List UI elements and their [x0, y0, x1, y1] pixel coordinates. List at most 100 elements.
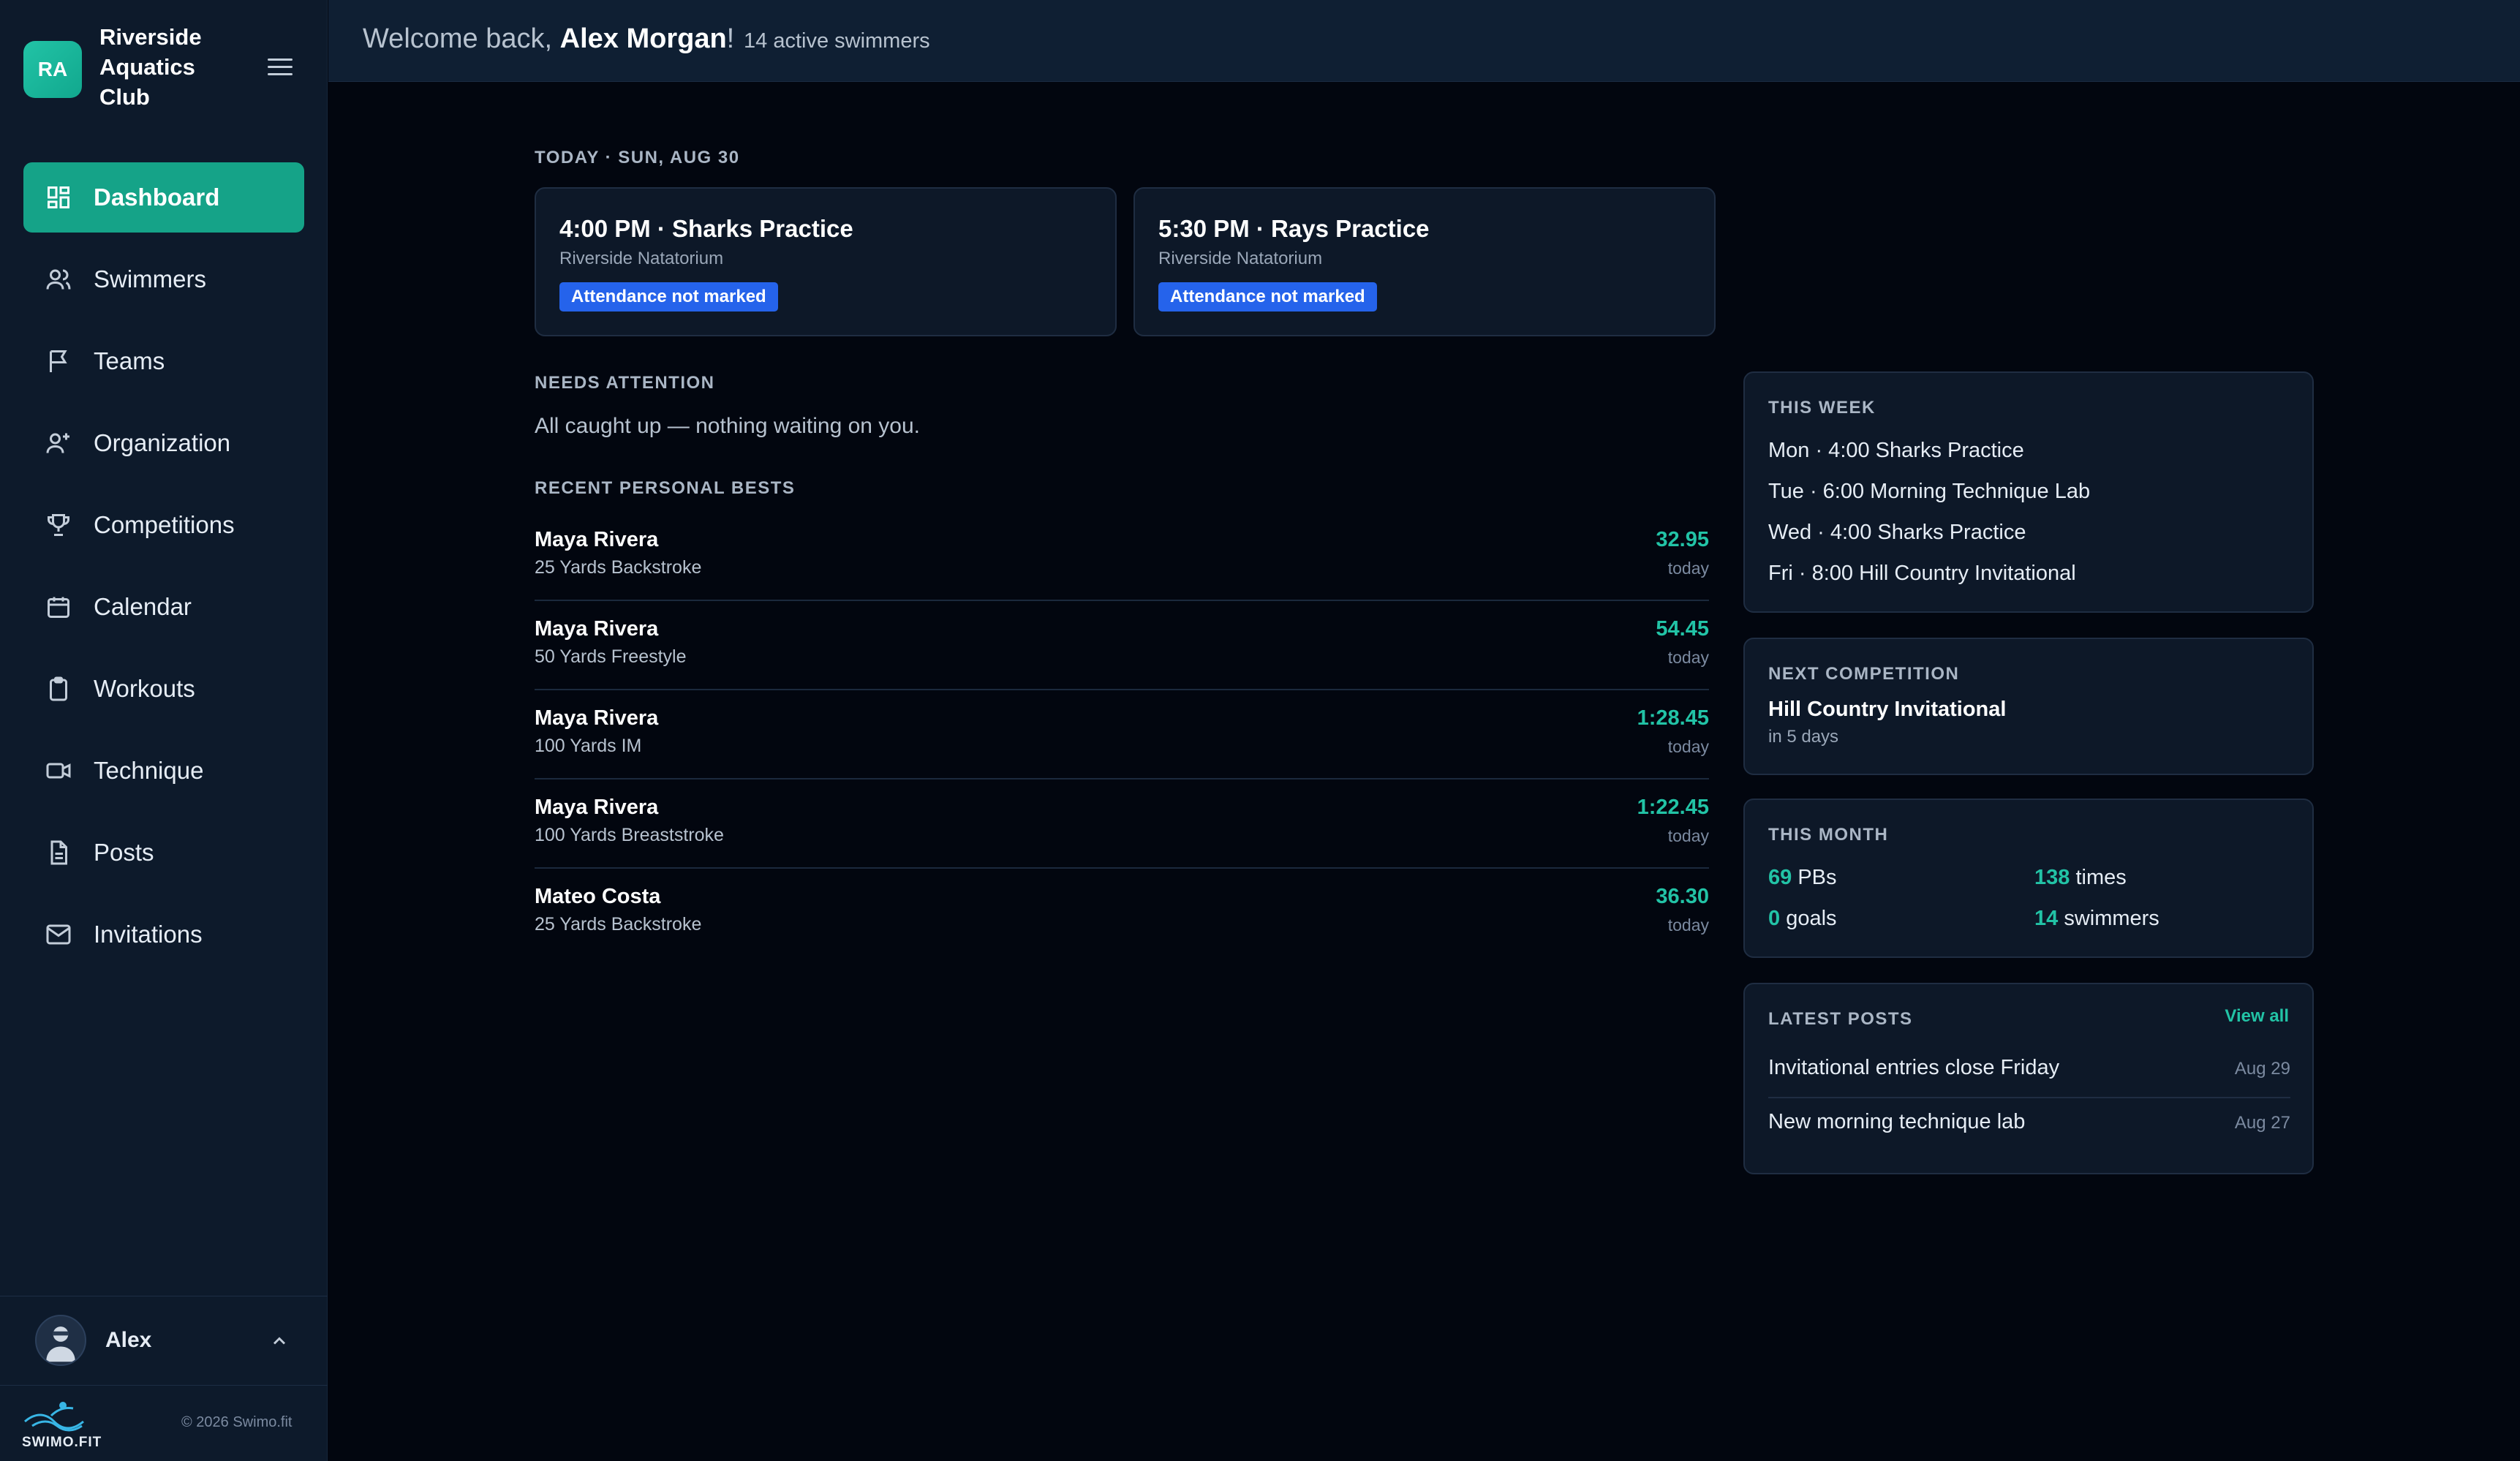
active-swimmers-count: 14 active swimmers — [744, 29, 930, 53]
swimmer-name: Maya Rivera — [535, 706, 659, 730]
sidebar-item-swimmers[interactable]: Swimmers — [23, 244, 304, 314]
this-month-label: THIS MONTH — [1768, 825, 1889, 845]
week-item[interactable]: Wed · 4:00 Sharks Practice — [1768, 521, 2026, 545]
stat-times: 138 times — [2034, 866, 2127, 890]
sidebar: RA Riverside Aquatics Club Dashboard Swi… — [0, 0, 328, 1461]
video-icon — [46, 763, 71, 779]
stat-value: 0 — [1768, 907, 1781, 930]
footer-logo-text: SWIMO.FIT — [22, 1435, 102, 1450]
sidebar-item-label: Workouts — [94, 675, 195, 702]
list-item[interactable]: Maya Rivera 25 Yards Backstroke 32.95 to… — [535, 512, 1709, 601]
stat-label: PBs — [1792, 866, 1837, 889]
week-item[interactable]: Mon · 4:00 Sharks Practice — [1768, 439, 2024, 463]
sidebar-item-technique[interactable]: Technique — [23, 736, 304, 806]
list-item[interactable]: Maya Rivera 100 Yards IM 1:28.45 today — [535, 690, 1709, 779]
menu-toggle-icon[interactable] — [265, 54, 297, 80]
stat-goals: 0 goals — [1768, 907, 1837, 931]
today-label: TODAY · SUN, AUG 30 — [535, 148, 740, 167]
sidebar-item-calendar[interactable]: Calendar — [23, 572, 304, 642]
sidebar-item-competitions[interactable]: Competitions — [23, 490, 304, 560]
welcome-prefix: Welcome back, — [363, 23, 560, 54]
attendance-badge[interactable]: Attendance not marked — [1158, 282, 1377, 312]
post-title: Invitational entries close Friday — [1768, 1056, 2060, 1079]
swimmer-logo-icon — [24, 1402, 84, 1432]
post-item[interactable]: New morning technique lab Aug 27 — [1768, 1098, 2290, 1149]
personal-bests-label: RECENT PERSONAL BESTS — [535, 478, 796, 498]
avatar-icon — [46, 1326, 75, 1362]
swimo-logo: SWIMO.FIT — [22, 1397, 110, 1452]
calendar-icon — [48, 597, 69, 618]
sidebar-item-label: Calendar — [94, 593, 192, 620]
event-name: 100 Yards IM — [535, 736, 642, 756]
sidebar-item-label: Posts — [94, 839, 154, 866]
sidebar-item-label: Technique — [94, 757, 204, 784]
sidebar-item-dashboard[interactable]: Dashboard — [23, 162, 304, 233]
sidebar-item-label: Swimmers — [94, 265, 206, 292]
user-plus-icon — [46, 433, 69, 453]
file-icon — [50, 840, 67, 865]
user-menu[interactable]: Alex — [35, 1315, 298, 1366]
trophy-icon — [48, 514, 69, 536]
list-item[interactable]: Maya Rivera 50 Yards Freestyle 54.45 tod… — [535, 601, 1709, 690]
practice-title: 5:30 PM · Rays Practice — [1158, 215, 1430, 242]
event-name: 100 Yards Breaststroke — [535, 825, 724, 845]
next-competition-card[interactable]: NEXT COMPETITION Hill Country Invitation… — [1743, 638, 2314, 775]
needs-attention-label: NEEDS ATTENTION — [535, 373, 715, 393]
user-full-name: Alex Morgan — [559, 23, 727, 54]
sidebar-item-teams[interactable]: Teams — [23, 326, 304, 396]
post-item[interactable]: Invitational entries close Friday Aug 29 — [1768, 1044, 2290, 1095]
sidebar-item-label: Organization — [94, 429, 231, 456]
pb-time: 1:28.45 — [1637, 706, 1709, 730]
list-item[interactable]: Mateo Costa 25 Yards Backstroke 36.30 to… — [535, 869, 1709, 958]
personal-bests-list: Maya Rivera 25 Yards Backstroke 32.95 to… — [535, 512, 1709, 958]
avatar — [35, 1315, 86, 1366]
attendance-badge[interactable]: Attendance not marked — [559, 282, 778, 312]
club-logo: RA — [23, 41, 82, 98]
practice-venue: Riverside Natatorium — [559, 249, 724, 268]
swimmer-name: Maya Rivera — [535, 796, 659, 819]
practice-title: 4:00 PM · Sharks Practice — [559, 215, 853, 242]
stat-value: 69 — [1768, 866, 1792, 889]
stat-label: times — [2070, 866, 2127, 889]
clipboard-icon — [50, 676, 67, 701]
next-competition-label: NEXT COMPETITION — [1768, 664, 1960, 684]
week-item[interactable]: Fri · 8:00 Hill Country Invitational — [1768, 562, 2076, 586]
top-bar: Welcome back, Alex Morgan! 14 active swi… — [328, 0, 2520, 82]
event-name: 25 Yards Backstroke — [535, 557, 702, 578]
this-week-card: THIS WEEK Mon · 4:00 Sharks Practice Tue… — [1743, 371, 2314, 613]
week-item[interactable]: Tue · 6:00 Morning Technique Lab — [1768, 480, 2090, 504]
user-name: Alex — [105, 1328, 152, 1352]
latest-posts-card: LATEST POSTS View all Invitational entri… — [1743, 983, 2314, 1174]
sidebar-item-invitations[interactable]: Invitations — [23, 899, 304, 970]
list-item[interactable]: Maya Rivera 100 Yards Breaststroke 1:22.… — [535, 779, 1709, 869]
sidebar-item-posts[interactable]: Posts — [23, 818, 304, 888]
sidebar-item-organization[interactable]: Organization — [23, 408, 304, 478]
sidebar-item-workouts[interactable]: Workouts — [23, 654, 304, 724]
this-month-card: THIS MONTH 69 PBs 138 times 0 goals 14 s… — [1743, 799, 2314, 958]
pb-when: today — [1667, 916, 1709, 935]
post-date: Aug 27 — [2234, 1113, 2290, 1133]
swimmer-name: Maya Rivera — [535, 617, 659, 641]
practice-card[interactable]: 4:00 PM · Sharks Practice Riverside Nata… — [535, 187, 1117, 336]
post-date: Aug 29 — [2234, 1059, 2290, 1079]
copyright: © 2026 Swimo.fit — [181, 1414, 293, 1430]
welcome-message: Welcome back, Alex Morgan! — [363, 23, 734, 55]
practice-card[interactable]: 5:30 PM · Rays Practice Riverside Natato… — [1133, 187, 1716, 336]
needs-attention-text: All caught up — nothing waiting on you. — [535, 414, 921, 438]
stat-label: swimmers — [2058, 907, 2159, 930]
pb-when: today — [1667, 648, 1709, 667]
pb-when: today — [1667, 559, 1709, 578]
stat-value: 138 — [2034, 866, 2070, 889]
event-name: 50 Yards Freestyle — [535, 646, 687, 667]
sidebar-nav: Dashboard Swimmers Teams Organization Co… — [23, 162, 304, 981]
view-all-link[interactable]: View all — [2225, 1006, 2289, 1027]
sidebar-item-label: Teams — [94, 347, 165, 374]
sidebar-item-label: Competitions — [94, 511, 235, 538]
pb-when: today — [1667, 737, 1709, 756]
pb-when: today — [1667, 826, 1709, 845]
welcome-suffix: ! — [726, 23, 735, 54]
stat-value: 14 — [2034, 907, 2059, 930]
chevron-up-icon[interactable] — [269, 1331, 290, 1351]
pb-time: 54.45 — [1656, 617, 1709, 641]
pb-time: 36.30 — [1656, 885, 1709, 908]
